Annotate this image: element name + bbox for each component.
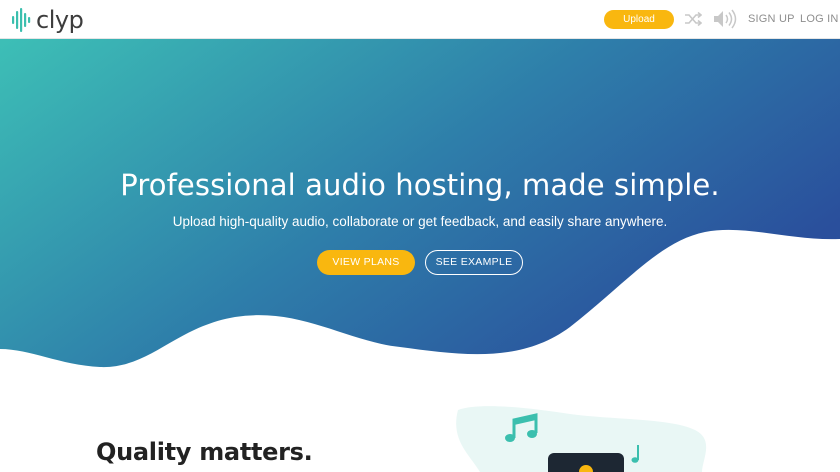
- log-in-link[interactable]: LOG IN: [800, 13, 839, 25]
- shuffle-icon[interactable]: [684, 11, 702, 27]
- section-heading: Quality matters.: [96, 438, 313, 466]
- hero-subtitle: Upload high-quality audio, collaborate o…: [172, 214, 668, 229]
- top-nav: clyp Upload SIGN UP LOG IN: [0, 0, 840, 39]
- clyp-logo[interactable]: clyp: [12, 6, 84, 34]
- see-example-button[interactable]: SEE EXAMPLE: [425, 250, 523, 275]
- view-plans-button[interactable]: VIEW PLANS: [317, 250, 415, 275]
- volume-icon[interactable]: [712, 8, 738, 30]
- logo-text: clyp: [36, 6, 84, 34]
- waveform-icon: [12, 8, 31, 32]
- hero-section: Professional audio hosting, made simple.…: [0, 39, 840, 379]
- upload-button[interactable]: Upload: [604, 10, 674, 29]
- music-illustration: [456, 406, 707, 472]
- hero-wave-background: [0, 39, 840, 368]
- sign-up-link[interactable]: SIGN UP: [748, 13, 795, 25]
- hero-title: Professional audio hosting, made simple.: [120, 168, 720, 202]
